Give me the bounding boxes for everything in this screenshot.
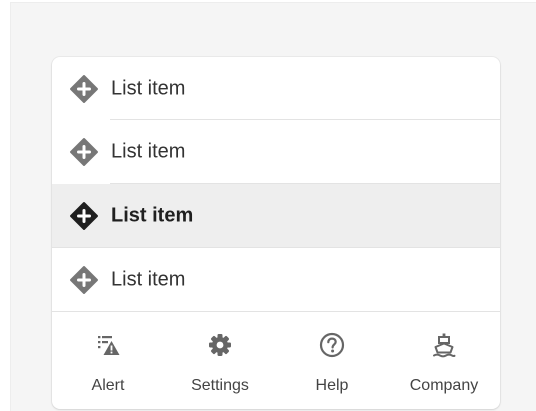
list-item-2[interactable]: List item <box>52 120 500 184</box>
help-icon <box>319 332 345 358</box>
item-list: List item List item List item List item <box>52 57 500 312</box>
menu-card: List item List item List item List item … <box>52 57 500 409</box>
bottom-navigation: Alert Settings Help Company <box>52 313 500 409</box>
nav-label: Alert <box>91 377 125 394</box>
list-item-3-selected[interactable]: List item <box>52 184 500 248</box>
diamond-plus-icon <box>70 202 98 230</box>
diamond-plus-icon <box>70 138 98 166</box>
diamond-plus-icon <box>70 74 98 103</box>
list-item-label: List item <box>111 204 194 227</box>
nav-label: Settings <box>191 377 249 394</box>
list-item-label: List item <box>111 140 186 163</box>
list-item-1[interactable]: List item <box>52 57 500 120</box>
diamond-plus-icon <box>70 266 98 294</box>
gear-icon <box>209 334 231 356</box>
divider <box>52 311 500 312</box>
nav-item-alert[interactable]: Alert <box>52 313 164 409</box>
list-item-4[interactable]: List item <box>52 248 500 312</box>
nav-label: Help <box>315 377 349 394</box>
ship-icon <box>433 333 456 358</box>
list-item-label: List item <box>111 268 186 291</box>
alert-list-icon <box>98 336 120 355</box>
nav-item-settings[interactable]: Settings <box>164 313 276 409</box>
list-item-label: List item <box>111 77 186 99</box>
nav-item-company[interactable]: Company <box>388 313 500 409</box>
nav-item-help[interactable]: Help <box>276 313 388 409</box>
nav-label: Company <box>409 377 479 394</box>
